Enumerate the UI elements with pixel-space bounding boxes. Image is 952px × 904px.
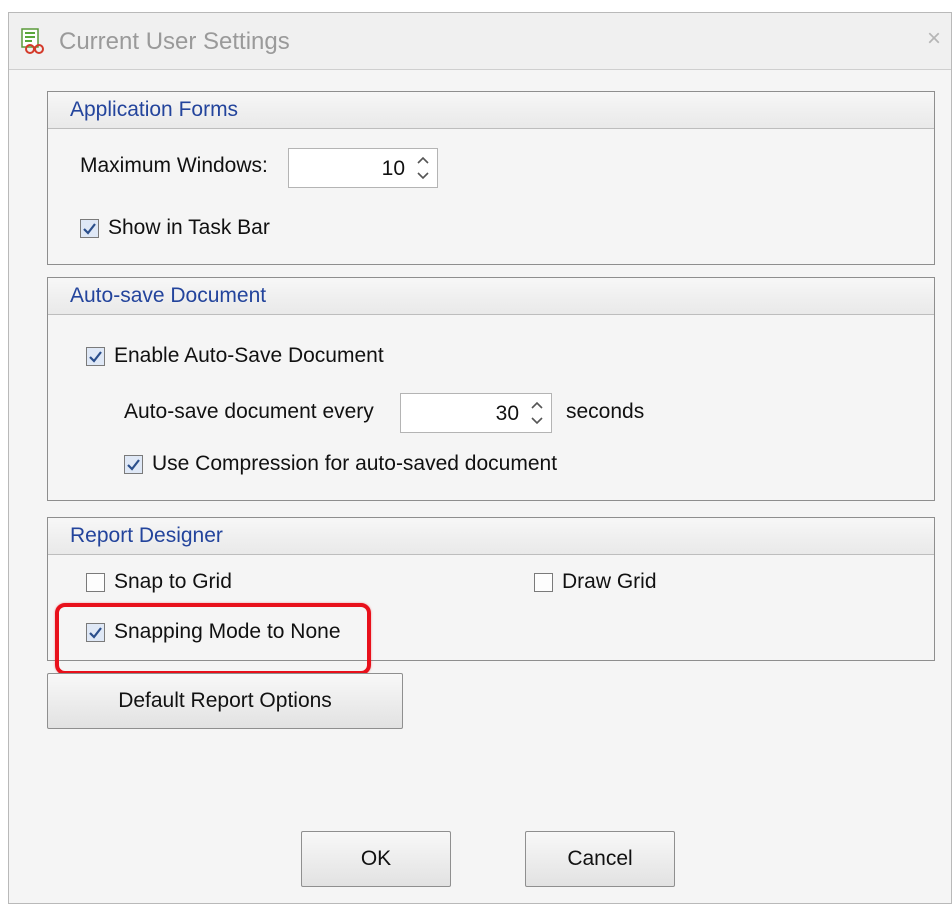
spinner-arrows-icon[interactable] xyxy=(529,398,545,428)
show-in-taskbar-label: Show in Task Bar xyxy=(108,216,270,239)
auto-save-every-label: Auto-save document every xyxy=(124,400,374,423)
default-report-options-button[interactable]: Default Report Options xyxy=(47,673,403,729)
ok-button[interactable]: OK xyxy=(301,831,451,887)
max-windows-value[interactable]: 10 xyxy=(382,157,405,181)
checkbox-checked-icon[interactable] xyxy=(80,219,99,238)
checkbox-unchecked-icon[interactable] xyxy=(534,573,553,592)
settings-dialog: Current User Settings × Application Form… xyxy=(8,12,952,904)
auto-save-group: Auto-save Document Enable Auto-Save Docu… xyxy=(47,277,935,501)
max-windows-spinner[interactable]: 10 xyxy=(288,148,438,188)
cancel-button[interactable]: Cancel xyxy=(525,831,675,887)
auto-save-title: Auto-save Document xyxy=(70,284,267,307)
snap-to-grid-label: Snap to Grid xyxy=(114,570,232,593)
use-compression-label: Use Compression for auto-saved document xyxy=(152,452,558,475)
title-bar: Current User Settings × xyxy=(9,13,951,70)
checkbox-checked-icon[interactable] xyxy=(124,455,143,474)
seconds-label: seconds xyxy=(566,400,645,423)
checkbox-checked-icon[interactable] xyxy=(86,347,105,366)
enable-auto-save-label: Enable Auto-Save Document xyxy=(114,344,384,367)
checkbox-unchecked-icon[interactable] xyxy=(86,573,105,592)
report-designer-header: Report Designer xyxy=(48,518,934,555)
application-forms-title: Application Forms xyxy=(70,98,239,121)
close-icon[interactable]: × xyxy=(927,27,941,51)
spinner-arrows-icon[interactable] xyxy=(415,153,431,183)
auto-save-header: Auto-save Document xyxy=(48,278,934,315)
application-forms-group: Application Forms Maximum Windows: 10 Sh… xyxy=(47,91,935,265)
auto-save-interval-value[interactable]: 30 xyxy=(496,402,519,426)
max-windows-label: Maximum Windows: xyxy=(80,154,268,177)
app-icon xyxy=(21,28,44,54)
dialog-title: Current User Settings xyxy=(59,28,290,55)
red-highlight-annotation xyxy=(55,603,371,675)
auto-save-interval-spinner[interactable]: 30 xyxy=(400,393,552,433)
application-forms-header: Application Forms xyxy=(48,92,934,129)
draw-grid-label: Draw Grid xyxy=(562,570,657,593)
report-designer-title: Report Designer xyxy=(70,524,223,547)
